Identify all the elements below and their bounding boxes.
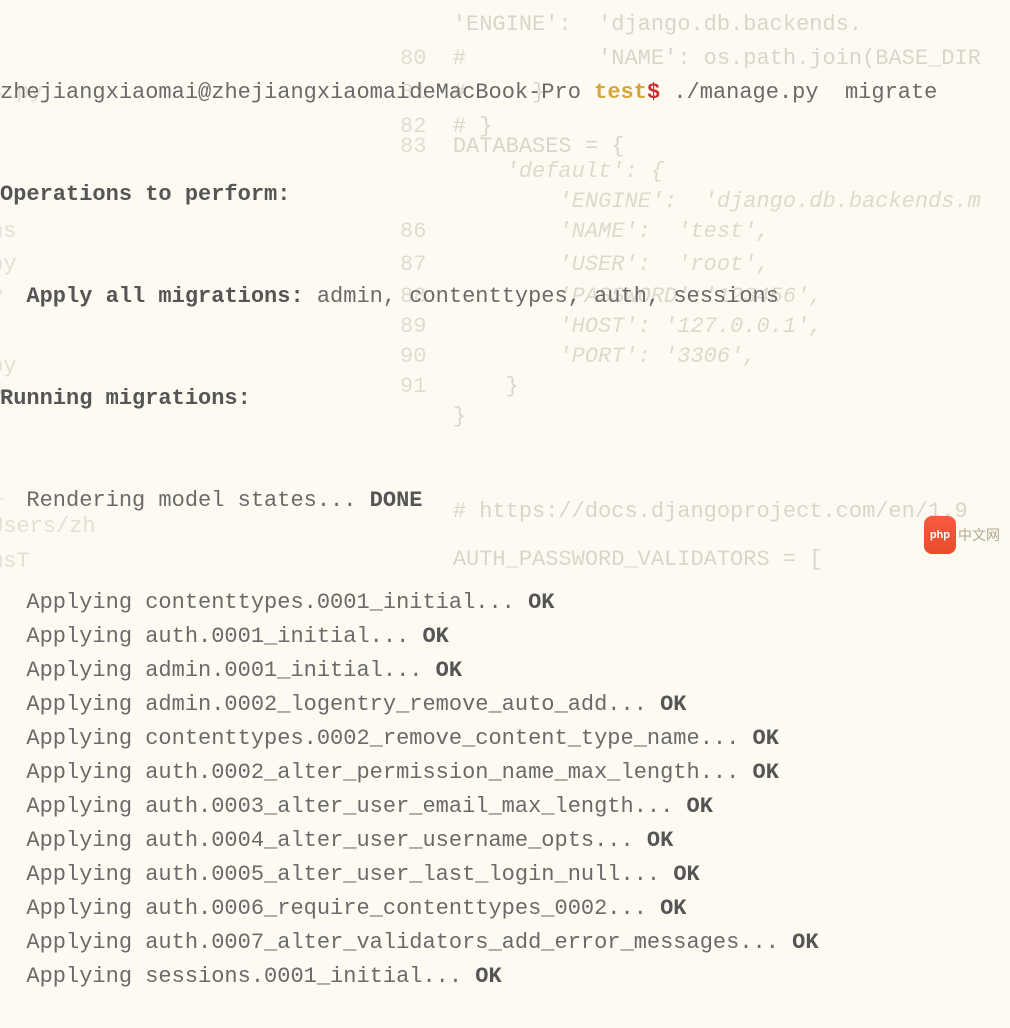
migration-text: Applying auth.0002_alter_permission_name…	[0, 760, 753, 785]
migration-line: Applying auth.0005_alter_user_last_login…	[0, 858, 1010, 892]
migration-line: Applying contenttypes.0001_initial... OK	[0, 586, 1010, 620]
migrations-list: Applying contenttypes.0001_initial... OK…	[0, 586, 1010, 994]
migration-status: OK	[792, 930, 818, 955]
watermark: php 中文网	[924, 516, 1000, 554]
migration-line: Applying auth.0003_alter_user_email_max_…	[0, 790, 1010, 824]
migration-text: Applying sessions.0001_initial...	[0, 964, 475, 989]
migration-line: Applying auth.0006_require_contenttypes_…	[0, 892, 1010, 926]
apply-all-line: Apply all migrations: admin, contenttype…	[0, 280, 1010, 314]
migration-line: Applying auth.0002_alter_permission_name…	[0, 756, 1010, 790]
migration-text: Applying admin.0002_logentry_remove_auto…	[0, 692, 660, 717]
migration-text: Applying contenttypes.0002_remove_conten…	[0, 726, 753, 751]
watermark-text: 中文网	[958, 518, 1000, 552]
migration-status: OK	[673, 862, 699, 887]
migration-status: OK	[753, 760, 779, 785]
migration-line: Applying auth.0001_initial... OK	[0, 620, 1010, 654]
migration-status: OK	[753, 726, 779, 751]
migration-status: OK	[660, 896, 686, 921]
migration-text: Applying contenttypes.0001_initial...	[0, 590, 528, 615]
migration-text: Applying auth.0004_alter_user_username_o…	[0, 828, 647, 853]
migration-line: Applying auth.0004_alter_user_username_o…	[0, 824, 1010, 858]
migration-text: Applying auth.0003_alter_user_email_max_…	[0, 794, 687, 819]
migration-status: OK	[528, 590, 554, 615]
command: ./manage.py migrate	[660, 80, 937, 105]
prompt-line: zhejiangxiaomai@zhejiangxiaomaideMacBook…	[0, 76, 1010, 110]
migration-status: OK	[436, 658, 462, 683]
migration-status: OK	[660, 692, 686, 717]
running-header: Running migrations:	[0, 382, 1010, 416]
render-states-line: Rendering model states... DONE	[0, 484, 1010, 518]
migration-status: OK	[475, 964, 501, 989]
migration-status: OK	[647, 828, 673, 853]
prompt-symbol: $	[647, 80, 660, 105]
operations-header: Operations to perform:	[0, 178, 1010, 212]
terminal-output: zhejiangxiaomai@zhejiangxiaomaideMacBook…	[0, 8, 1010, 1028]
migration-text: Applying auth.0007_alter_validators_add_…	[0, 930, 792, 955]
migration-line: Applying auth.0007_alter_validators_add_…	[0, 926, 1010, 960]
migration-line: Applying sessions.0001_initial... OK	[0, 960, 1010, 994]
watermark-badge: php	[924, 516, 956, 554]
migration-text: Applying admin.0001_initial...	[0, 658, 436, 683]
prompt-userhost: zhejiangxiaomai@zhejiangxiaomaideMacBook…	[0, 80, 594, 105]
migration-line: Applying admin.0001_initial... OK	[0, 654, 1010, 688]
migration-status: OK	[422, 624, 448, 649]
migration-text: Applying auth.0001_initial...	[0, 624, 422, 649]
migration-text: Applying auth.0006_require_contenttypes_…	[0, 896, 660, 921]
migration-text: Applying auth.0005_alter_user_last_login…	[0, 862, 673, 887]
migration-line: Applying contenttypes.0002_remove_conten…	[0, 722, 1010, 756]
migration-status: OK	[687, 794, 713, 819]
prompt-dir: test	[594, 80, 647, 105]
migration-line: Applying admin.0002_logentry_remove_auto…	[0, 688, 1010, 722]
